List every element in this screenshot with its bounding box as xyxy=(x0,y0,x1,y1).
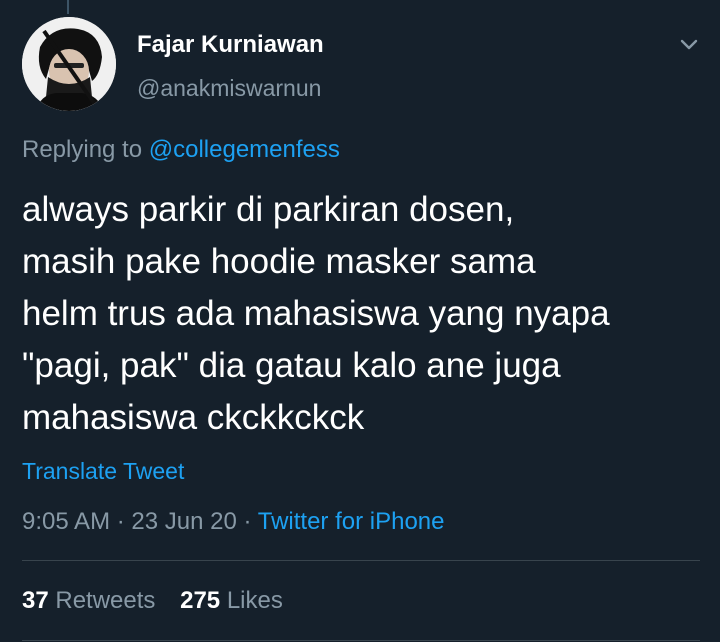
tweet-menu-button[interactable] xyxy=(677,35,701,55)
thread-connector-line xyxy=(67,0,69,14)
replying-prefix: Replying to xyxy=(22,136,143,163)
meta-separator: · xyxy=(243,508,252,535)
tweet-text-line: "pagi, pak" dia gatau kalo ane juga xyxy=(22,346,561,385)
tweet-stats: 37 Retweets 275 Likes xyxy=(22,587,301,615)
replying-to: Replying to @collegemenfess xyxy=(22,136,340,164)
tweet-text: always parkir di parkiran dosen, masih p… xyxy=(22,184,712,444)
tweet-text-line: mahasiswa ckckkckck xyxy=(22,398,365,437)
replying-to-link[interactable]: @collegemenfess xyxy=(149,136,340,163)
divider xyxy=(22,560,700,561)
retweets-count: 37 xyxy=(22,587,49,614)
likes-label: Likes xyxy=(226,587,283,614)
translate-tweet-link[interactable]: Translate Tweet xyxy=(22,458,184,485)
tweet-text-line: always parkir di parkiran dosen, xyxy=(22,190,515,229)
avatar[interactable] xyxy=(22,17,116,111)
tweet-date: 23 Jun 20 xyxy=(131,508,237,535)
chevron-down-icon xyxy=(680,39,698,50)
retweets-stat[interactable]: 37 Retweets xyxy=(22,587,155,614)
tweet-time: 9:05 AM xyxy=(22,508,111,535)
retweets-label: Retweets xyxy=(55,587,156,614)
profile-photo-icon xyxy=(22,17,116,111)
meta-separator: · xyxy=(116,508,125,535)
tweet-text-line: masih pake hoodie masker sama xyxy=(22,242,536,281)
tweet-meta: 9:05 AM · 23 Jun 20 · Twitter for iPhone xyxy=(22,508,444,536)
divider xyxy=(22,640,700,641)
user-handle[interactable]: @anakmiswarnun xyxy=(137,75,321,102)
tweet-source-link[interactable]: Twitter for iPhone xyxy=(258,508,445,535)
likes-count: 275 xyxy=(180,587,221,614)
likes-stat[interactable]: 275 Likes xyxy=(180,587,283,614)
display-name[interactable]: Fajar Kurniawan xyxy=(137,31,324,59)
tweet-text-line: helm trus ada mahasiswa yang nyapa xyxy=(22,294,610,333)
